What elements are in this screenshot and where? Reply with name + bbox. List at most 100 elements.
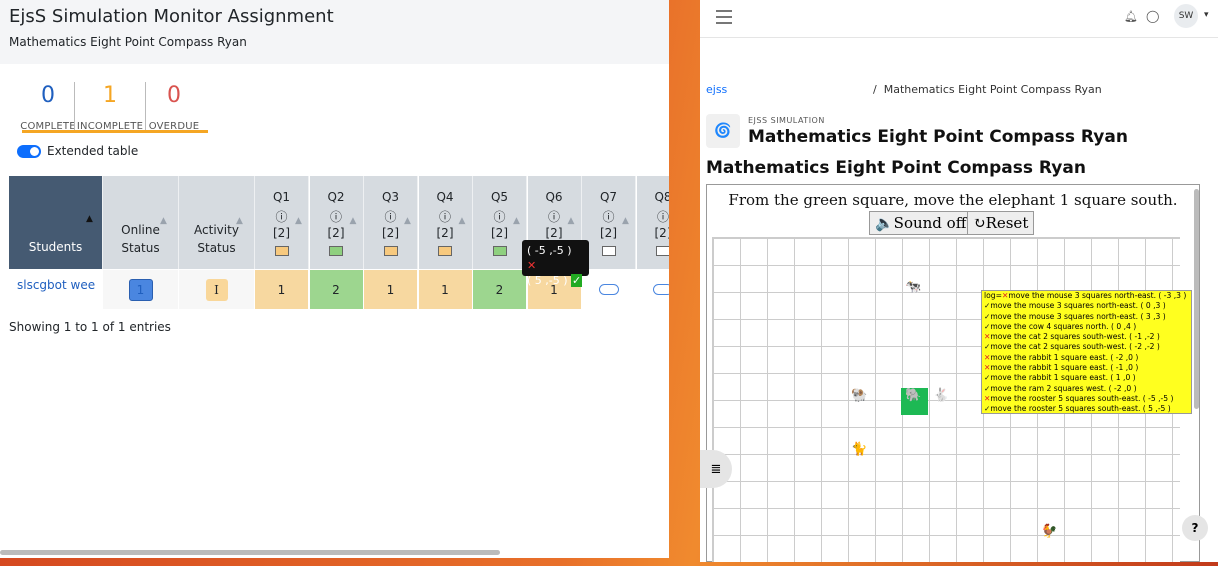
log-entry: ✓move the rooster 5 squares south-east. … [984,404,1189,414]
cat-icon[interactable]: 🐈 [851,442,867,457]
info-icon: ⓘ [656,210,669,224]
help-button[interactable]: ? [1182,515,1208,541]
question-label: Q5 [490,190,509,204]
count-complete[interactable]: 0 COMPLETE [20,82,75,132]
log-entry: ✓move the ram 2 squares west. ( -2 ,0 ) [984,384,1189,394]
page-subtitle: Mathematics Eight Point Compass Ryan [9,35,247,49]
question-points: [2] [654,226,670,240]
activity-title: Mathematics Eight Point Compass Ryan [748,126,1128,147]
student-link[interactable]: slscgbot wee [17,278,95,292]
question-points: [2] [273,226,290,240]
activity-header: 🌀 EJSS SIMULATION Mathematics Eight Poin… [706,114,1128,148]
question-label: Q4 [436,190,454,204]
score-value: 2 [495,282,504,297]
ram-icon[interactable]: 🐏 [851,388,867,403]
rooster-icon[interactable]: 🐓 [1041,524,1057,539]
breadcrumb-root[interactable]: ejss [706,83,727,96]
header-activity-status[interactable]: Activity Status [179,176,255,269]
score-cell-q5[interactable]: 2 [473,270,527,309]
cow-icon[interactable]: 🐄 [905,280,921,295]
horizontal-scrollbar[interactable] [0,550,500,555]
question-color-key [492,246,507,256]
toggle-switch[interactable] [17,144,41,158]
question-points: [2] [600,226,617,240]
compass-grid[interactable]: 🐄 🐏 🐘 🐇 🐈 🐓 log=✕move the mouse 3 square… [712,237,1192,562]
header-online-status[interactable]: Online Status [103,176,179,269]
ejss-logo-icon: 🌀 [706,114,740,148]
sort-icon[interactable]: ▲ [513,216,520,226]
log-text: move the rabbit 1 square east. ( -2 ,0 ) [990,352,1139,362]
log-text: move the cow 4 squares north. ( 0 ,4 ) [990,321,1137,331]
activity-cell: I [179,270,255,309]
extended-table-toggle[interactable]: Extended table [17,144,138,158]
header-label: Students [28,240,83,254]
header-label: Status [197,241,236,255]
header-q1[interactable]: Q1 ⓘ [2] ▲ [255,176,309,269]
score-cell-q7[interactable] [582,270,636,309]
question-color-key [383,246,398,256]
sort-icon[interactable]: ▲ [568,216,575,226]
question-points: [2] [327,226,345,240]
header-q2[interactable]: Q2 ⓘ [2] ▲ [309,176,364,269]
header-q5[interactable]: Q5 ⓘ [2] ▲ [473,176,527,269]
log-entry: ✕move the rabbit 1 square east. ( -1 ,0 … [984,363,1189,373]
question-color-key [274,246,289,256]
log-entry: ✓move the mouse 3 squares north-east. ( … [984,312,1189,322]
reset-button[interactable]: ↻Reset [967,211,1035,235]
entries-info: Showing 1 to 1 of 1 entries [9,320,171,334]
sort-icon[interactable]: ▲ [86,214,93,224]
score-value: 2 [332,282,340,297]
simulation-window: 🔔︎ ◯ SW ▾ ejss / Mathematics Eight Point… [700,0,1218,562]
score-value: 1 [277,282,286,297]
header-q3[interactable]: Q3 ⓘ [2] ▲ [364,176,418,269]
sort-icon[interactable]: ▲ [459,216,466,226]
question-points: [2] [436,226,454,240]
log-text: move the rooster 5 squares south-east. (… [990,404,1171,414]
sort-icon[interactable]: ▲ [160,216,167,226]
empty-score-pill [598,284,619,295]
chat-icon[interactable]: ◯ [1146,9,1159,23]
header-q7[interactable]: Q7 ⓘ [2] ▲ [582,176,636,269]
menu-icon[interactable] [716,10,732,28]
wrong-icon: ✕ [527,259,537,272]
sort-icon[interactable]: ▲ [622,216,629,226]
answer-tooltip: ( -5 ,-5 ) ✕ ( 5 ,-5 ) ✓ [522,240,589,287]
vertical-scrollbar[interactable] [1194,189,1199,409]
bell-icon[interactable]: 🔔︎ [1124,10,1138,23]
chevron-down-icon[interactable]: ▾ [1204,10,1209,20]
breadcrumb-separator: / [873,83,877,96]
question-points: [2] [545,226,563,240]
monitor-header: EjsS Simulation Monitor Assignment Mathe… [0,0,669,64]
sort-icon[interactable]: ▲ [350,216,357,226]
sort-icon[interactable]: ▲ [404,216,411,226]
score-cell-q8[interactable] [636,270,669,309]
breadcrumb-page: Mathematics Eight Point Compass Ryan [883,83,1102,96]
score-cell-q2[interactable]: 2 [309,270,364,309]
elephant-icon[interactable]: 🐘 [905,388,921,403]
answer-log: log=✕move the mouse 3 squares north-east… [981,290,1192,414]
monitor-window: EjsS Simulation Monitor Assignment Mathe… [0,0,669,558]
question-label: Q8 [654,190,669,204]
activity-type: EJSS SIMULATION [748,115,825,125]
log-text: move the cat 2 squares south-west. ( -1 … [990,332,1160,342]
count-value: 0 [41,83,55,108]
sort-icon[interactable]: ▲ [295,216,302,226]
sort-icon[interactable]: ▲ [236,216,243,226]
score-cell-q3[interactable]: 1 [364,270,418,309]
header-students[interactable]: Students ▲ [9,176,103,269]
rabbit-icon[interactable]: 🐇 [933,388,949,403]
question-label: Q2 [327,190,345,204]
count-overdue[interactable]: 0 OVERDUE [146,82,202,132]
header-q8[interactable]: Q8ⓘ[2]▲ [636,176,670,269]
sound-toggle-button[interactable]: 🔈Sound off [869,211,973,235]
score-cell-q1[interactable]: 1 [255,270,309,309]
score-cell-q4[interactable]: 1 [418,270,473,309]
count-incomplete[interactable]: 1 INCOMPLETE [75,82,145,132]
log-text: move the rooster 5 squares south-east. (… [990,393,1174,403]
student-cell: slscgbot wee [9,270,103,309]
header-q4[interactable]: Q4 ⓘ [2] ▲ [418,176,473,269]
log-text: move the mouse 3 squares north-east. ( 0… [990,301,1166,311]
log-text: move the mouse 3 squares north-east. ( -… [1008,291,1187,300]
activity-status-badge: I [205,278,228,301]
avatar[interactable]: SW [1174,4,1198,28]
